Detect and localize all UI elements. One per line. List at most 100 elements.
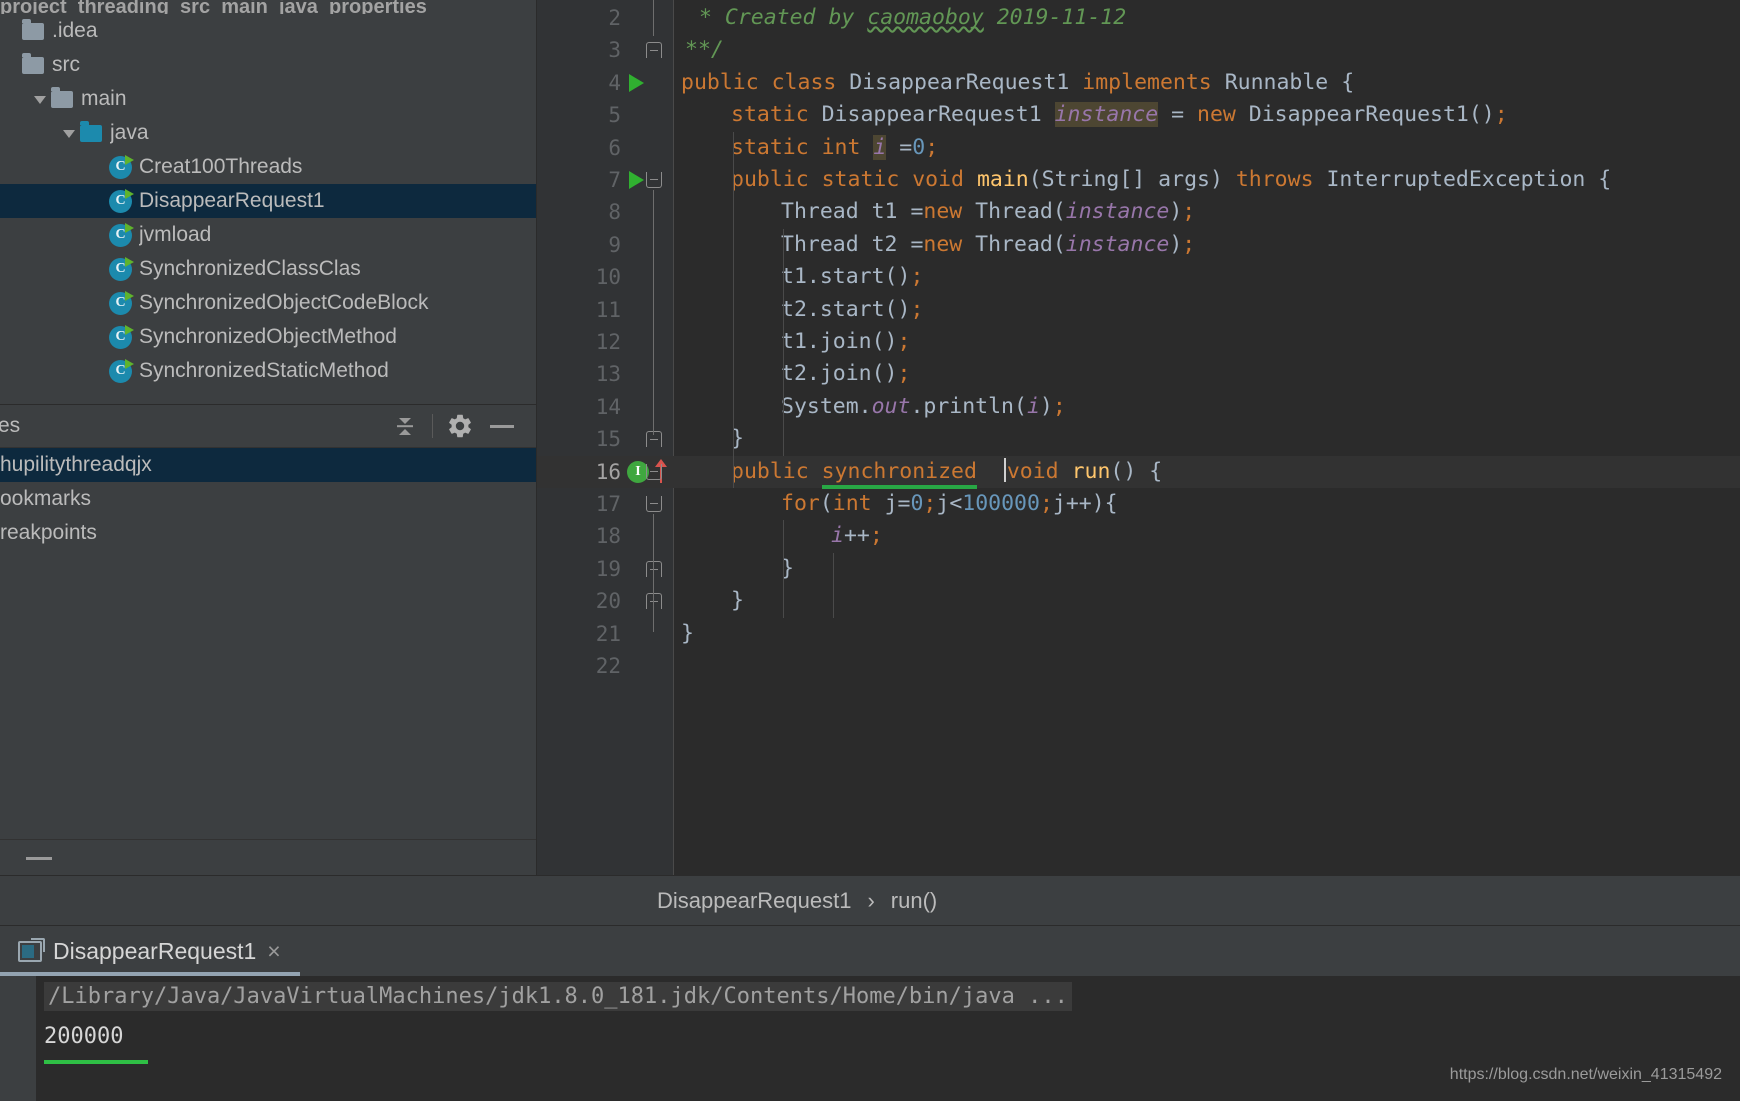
fold-end-icon[interactable] xyxy=(643,428,665,450)
line-number[interactable]: 20 xyxy=(537,585,621,617)
favorites-item-thupilitythreadqjx[interactable]: hupilitythreadqjx xyxy=(0,448,537,482)
code-editor[interactable]: 2 * Created by caomaoboy 2019-11-12 3 **/ 4 p… xyxy=(537,0,1740,875)
line-number[interactable]: 10 xyxy=(537,261,621,293)
code-line-18[interactable]: 18 i++; xyxy=(537,520,1740,552)
tree-item-synchronizedobjectcodeblock[interactable]: C SynchronizedObjectCodeBlock xyxy=(0,286,537,320)
code-line-12[interactable]: 12 t1.join(); xyxy=(537,326,1740,358)
code-line-4[interactable]: 4 public class DisappearRequest1 implemen… xyxy=(537,67,1740,99)
code-line-11[interactable]: 11 t2.start(); xyxy=(537,294,1740,326)
line-number[interactable]: 8 xyxy=(537,196,621,228)
line-number[interactable]: 22 xyxy=(537,650,621,682)
line-number[interactable]: 11 xyxy=(537,294,621,326)
code-token: * Created by xyxy=(699,5,868,30)
tree-item-main[interactable]: main xyxy=(0,82,537,116)
tree-item-synchronizedobjectmethod[interactable]: C SynchronizedObjectMethod xyxy=(0,320,537,354)
fold-start-icon[interactable] xyxy=(643,461,665,483)
code-line-15[interactable]: 15} xyxy=(537,423,1740,455)
fold-end-icon[interactable] xyxy=(643,590,665,612)
fold-box xyxy=(646,593,662,610)
line-number[interactable]: 9 xyxy=(537,229,621,261)
tree-item-creat100threads[interactable]: C Creat100Threads xyxy=(0,150,537,184)
tree-row-clipped[interactable]: project_threading_src_main_java_properti… xyxy=(0,0,537,14)
line-number[interactable]: 19 xyxy=(537,553,621,585)
fold-end-icon[interactable] xyxy=(643,558,665,580)
settings-button[interactable] xyxy=(439,405,481,447)
line-number[interactable]: 3 xyxy=(537,34,621,66)
code-token: j< xyxy=(936,491,963,516)
tree-item-synchronizedclassclas[interactable]: C SynchronizedClassClas xyxy=(0,252,537,286)
line-number[interactable]: 14 xyxy=(537,391,621,423)
code-line-19[interactable]: 19} xyxy=(537,553,1740,585)
code-token: main xyxy=(976,167,1029,192)
tree-item-src[interactable]: src xyxy=(0,48,537,82)
tree-item-label: SynchronizedObjectMethod xyxy=(139,325,397,348)
breadcrumb-class[interactable]: DisappearRequest1 xyxy=(657,888,851,914)
code-token: **/ xyxy=(685,37,724,63)
code-line-17[interactable]: 17 for(int j=0;j<100000;j++){ xyxy=(537,488,1740,520)
code-token: ( xyxy=(819,491,833,516)
code-token: t1.join() xyxy=(781,329,898,354)
favorites-item-label: ookmarks xyxy=(0,487,92,510)
line-number[interactable]: 13 xyxy=(537,358,621,390)
line-number[interactable]: 4 xyxy=(537,67,621,99)
tree-item-disappearrequest1[interactable]: C DisappearRequest1 xyxy=(0,184,537,218)
collapse-all-button[interactable] xyxy=(384,405,426,447)
code-line-16[interactable]: 16 public synchronized void run() { xyxy=(537,455,1740,489)
code-line-2[interactable]: 2 * Created by caomaoboy 2019-11-12 xyxy=(537,2,1740,34)
code-token: instance xyxy=(1054,102,1159,128)
run-tab-disappearrequest1[interactable]: DisappearRequest1 × xyxy=(10,930,289,972)
line-number[interactable]: 5 xyxy=(537,99,621,131)
run-gutter-icon[interactable] xyxy=(629,171,644,189)
code-line-21[interactable]: 21} xyxy=(537,618,1740,650)
code-line-6[interactable]: 6 static int i =0; xyxy=(537,132,1740,164)
fold-start-icon[interactable] xyxy=(643,493,665,515)
code-token: DisappearRequest1 xyxy=(821,102,1055,128)
run-gutter-icon[interactable] xyxy=(629,73,644,92)
tree-item-java[interactable]: java xyxy=(0,116,537,150)
chevron-down-icon[interactable] xyxy=(31,90,49,108)
code-text: i++; xyxy=(831,520,883,552)
line-number[interactable]: 16 xyxy=(537,456,621,488)
breadcrumb-method[interactable]: run() xyxy=(891,888,937,914)
code-line-13[interactable]: 13 t2.join(); xyxy=(537,358,1740,390)
favorites-item-breakpoints[interactable]: reakpoints xyxy=(0,516,537,550)
line-number[interactable]: 12 xyxy=(537,326,621,358)
code-token: ; xyxy=(869,523,883,549)
code-line-7[interactable]: 7 public static void main(String[] args) … xyxy=(537,164,1740,196)
code-token: implements xyxy=(1082,69,1212,95)
fold-start-icon[interactable] xyxy=(643,169,665,191)
tree-item-synchronizedstaticmethod[interactable]: C SynchronizedStaticMethod xyxy=(0,354,537,388)
line-number[interactable]: 6 xyxy=(537,132,621,164)
tree-item-idea[interactable]: .idea xyxy=(0,14,537,48)
close-icon[interactable]: × xyxy=(267,938,280,965)
code-line-14[interactable]: 14 System.out.println(i); xyxy=(537,391,1740,423)
code-token: 0 xyxy=(910,491,924,516)
code-token: } xyxy=(731,588,744,614)
line-number[interactable]: 18 xyxy=(537,520,621,552)
collapse-all-icon xyxy=(397,418,413,435)
code-line-3[interactable]: 3 **/ xyxy=(537,34,1740,66)
hide-panel-button[interactable] xyxy=(481,405,523,447)
tree-item-jvmload[interactable]: Cjvmload xyxy=(0,218,537,252)
favorites-item-bookmarks[interactable]: ookmarks xyxy=(0,482,537,516)
chevron-down-icon[interactable] xyxy=(60,124,78,142)
code-surface[interactable]: 2 * Created by caomaoboy 2019-11-12 3 **/ 4 p… xyxy=(537,0,1740,875)
code-token: synchronized xyxy=(821,458,977,489)
project-tree[interactable]: project_threading_src_main_java_properti… xyxy=(0,0,537,404)
console-sidebar-toolbar[interactable] xyxy=(0,976,36,1101)
code-text: } xyxy=(731,585,744,617)
line-number[interactable]: 21 xyxy=(537,618,621,650)
code-line-20[interactable]: 20} xyxy=(537,585,1740,617)
fold-end-icon[interactable] xyxy=(643,39,665,61)
line-number[interactable]: 17 xyxy=(537,488,621,520)
code-line-5[interactable]: 5 static DisappearRequest1 instance = new… xyxy=(537,99,1740,131)
code-line-9[interactable]: 9 Thread t2 =new Thread(instance); xyxy=(537,229,1740,261)
line-number[interactable]: 7 xyxy=(537,164,621,196)
line-number[interactable]: 2 xyxy=(537,2,621,34)
console-output[interactable]: /Library/Java/JavaVirtualMachines/jdk1.8… xyxy=(0,976,1740,1101)
code-line-22[interactable]: 22 xyxy=(537,650,1740,682)
code-line-8[interactable]: 8 Thread t1 =new Thread(instance); xyxy=(537,196,1740,228)
code-line-10[interactable]: 10 t1.start(); xyxy=(537,261,1740,293)
line-number[interactable]: 15 xyxy=(537,423,621,455)
